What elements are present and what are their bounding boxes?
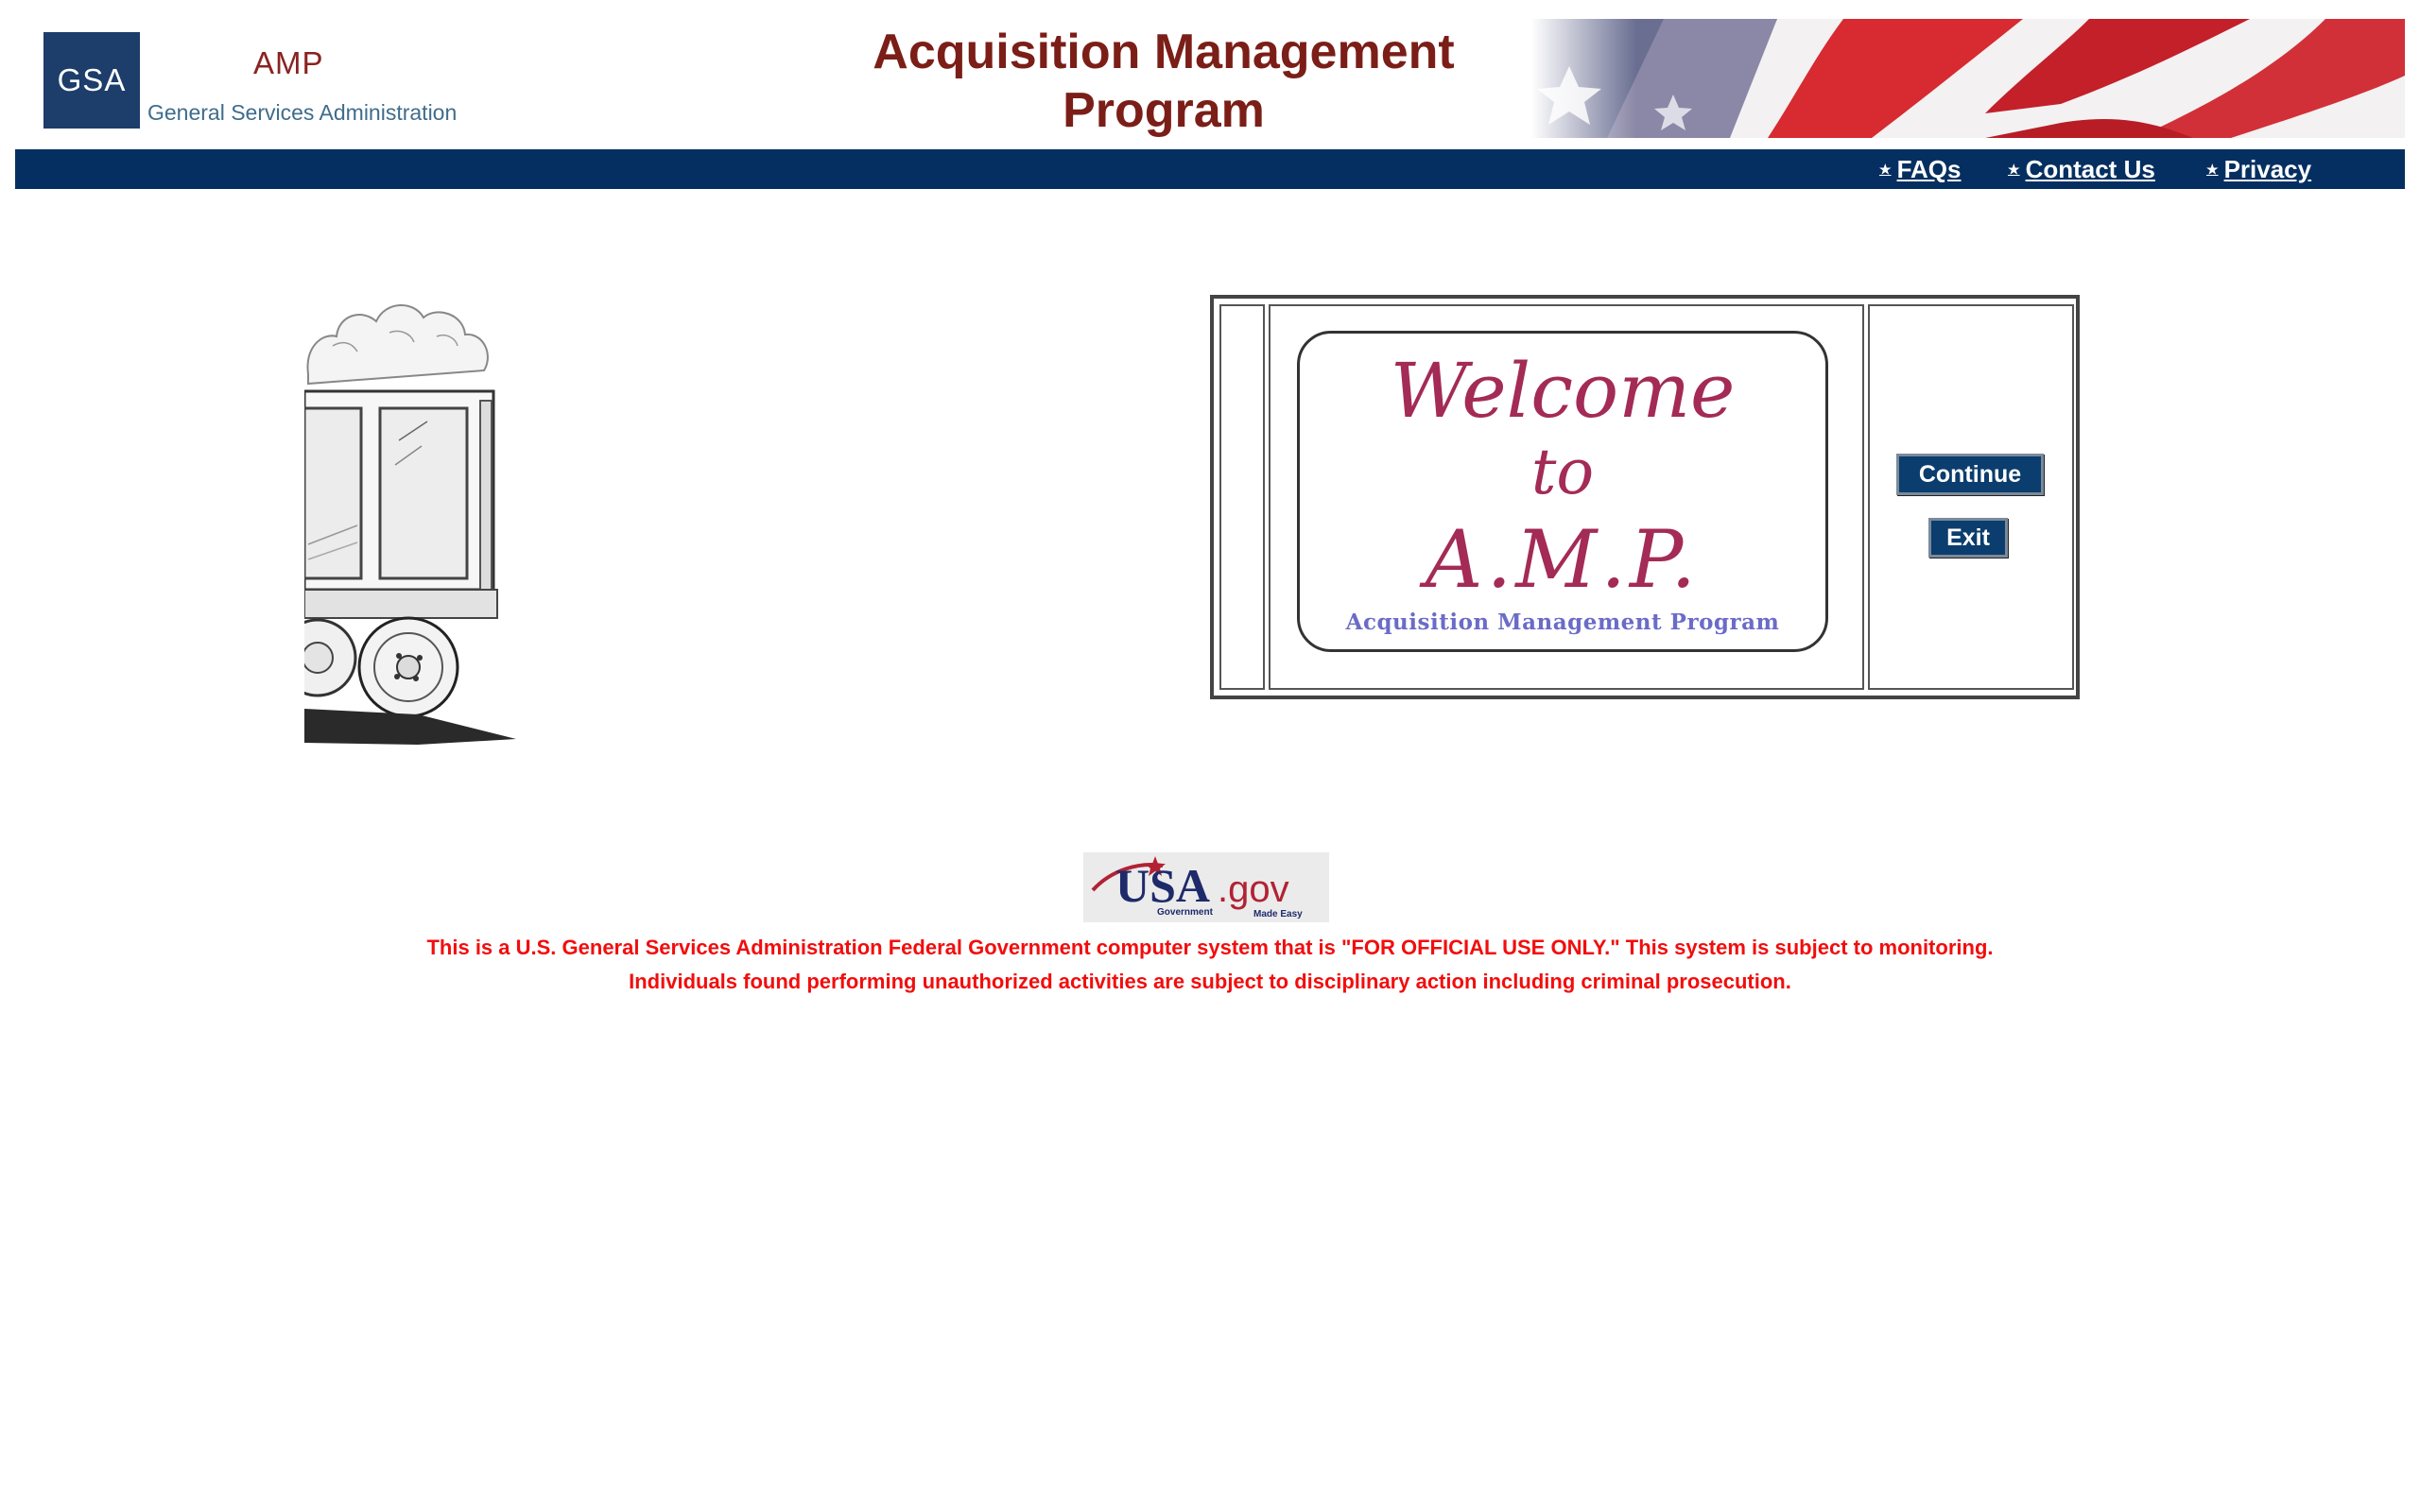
usa-gov-tagline-1: Government: [1157, 907, 1214, 918]
welcome-panel: Welcome to A.M.P. Acquisition Management…: [1210, 295, 2080, 699]
page-title-line1: Acquisition Management: [873, 25, 1455, 79]
gsa-logo-text: GSA: [57, 62, 127, 97]
nav-link-contact-us[interactable]: ★ Contact Us: [2008, 149, 2155, 189]
nav-link-faqs-label: FAQs: [1896, 154, 1962, 183]
welcome-amp: A.M.P.: [1425, 513, 1701, 606]
exit-button[interactable]: Exit: [1928, 518, 2008, 558]
security-warning-line1: This is a U.S. General Services Administ…: [426, 936, 1994, 959]
star-icon: ★: [1879, 161, 1892, 177]
gsa-logo: GSA AMP General Services Administration: [15, 17, 544, 140]
usa-gov-main: USA: [1115, 859, 1210, 912]
amp-label: AMP: [253, 45, 324, 80]
welcome-subtitle: Acquisition Management Program: [1345, 610, 1780, 635]
usa-gov-tagline-2: Made Easy: [1253, 909, 1303, 919]
nav-bar: ★ FAQs ★ Contact Us ★ Privacy: [15, 149, 2405, 189]
nav-link-contact-us-label: Contact Us: [2025, 154, 2155, 183]
welcome-banner: Welcome to A.M.P. Acquisition Management…: [1297, 331, 1828, 652]
panel-spacer-cell: [1219, 304, 1265, 690]
star-icon: ★: [2008, 161, 2020, 177]
star-icon: ★: [2206, 161, 2219, 177]
usa-gov-tld: .gov: [1218, 868, 1289, 910]
page-title: Acquisition Management Program: [752, 23, 1575, 140]
page-title-line2: Program: [1063, 83, 1265, 138]
nav-link-privacy[interactable]: ★ Privacy: [2206, 149, 2311, 189]
american-flag-banner: [1531, 19, 2405, 138]
welcome-cell: Welcome to A.M.P. Acquisition Management…: [1269, 304, 1864, 690]
welcome-to: to: [1530, 436, 1595, 508]
page-header: GSA AMP General Services Administration …: [15, 17, 2405, 140]
nav-link-privacy-label: Privacy: [2223, 154, 2312, 183]
dump-truck-illustration: [278, 242, 579, 771]
security-warning-line2: Individuals found performing unauthorize…: [629, 970, 1791, 993]
continue-button[interactable]: Continue: [1896, 454, 2044, 495]
gsa-logo-mark: GSA: [43, 32, 140, 129]
nav-link-faqs[interactable]: ★ FAQs: [1879, 149, 1961, 189]
agency-name: General Services Administration: [147, 100, 458, 125]
welcome-heading: Welcome: [1390, 347, 1736, 435]
actions-cell: [1868, 304, 2074, 690]
usa-gov-logo[interactable]: USA .gov Government Made Easy: [1083, 852, 1329, 922]
